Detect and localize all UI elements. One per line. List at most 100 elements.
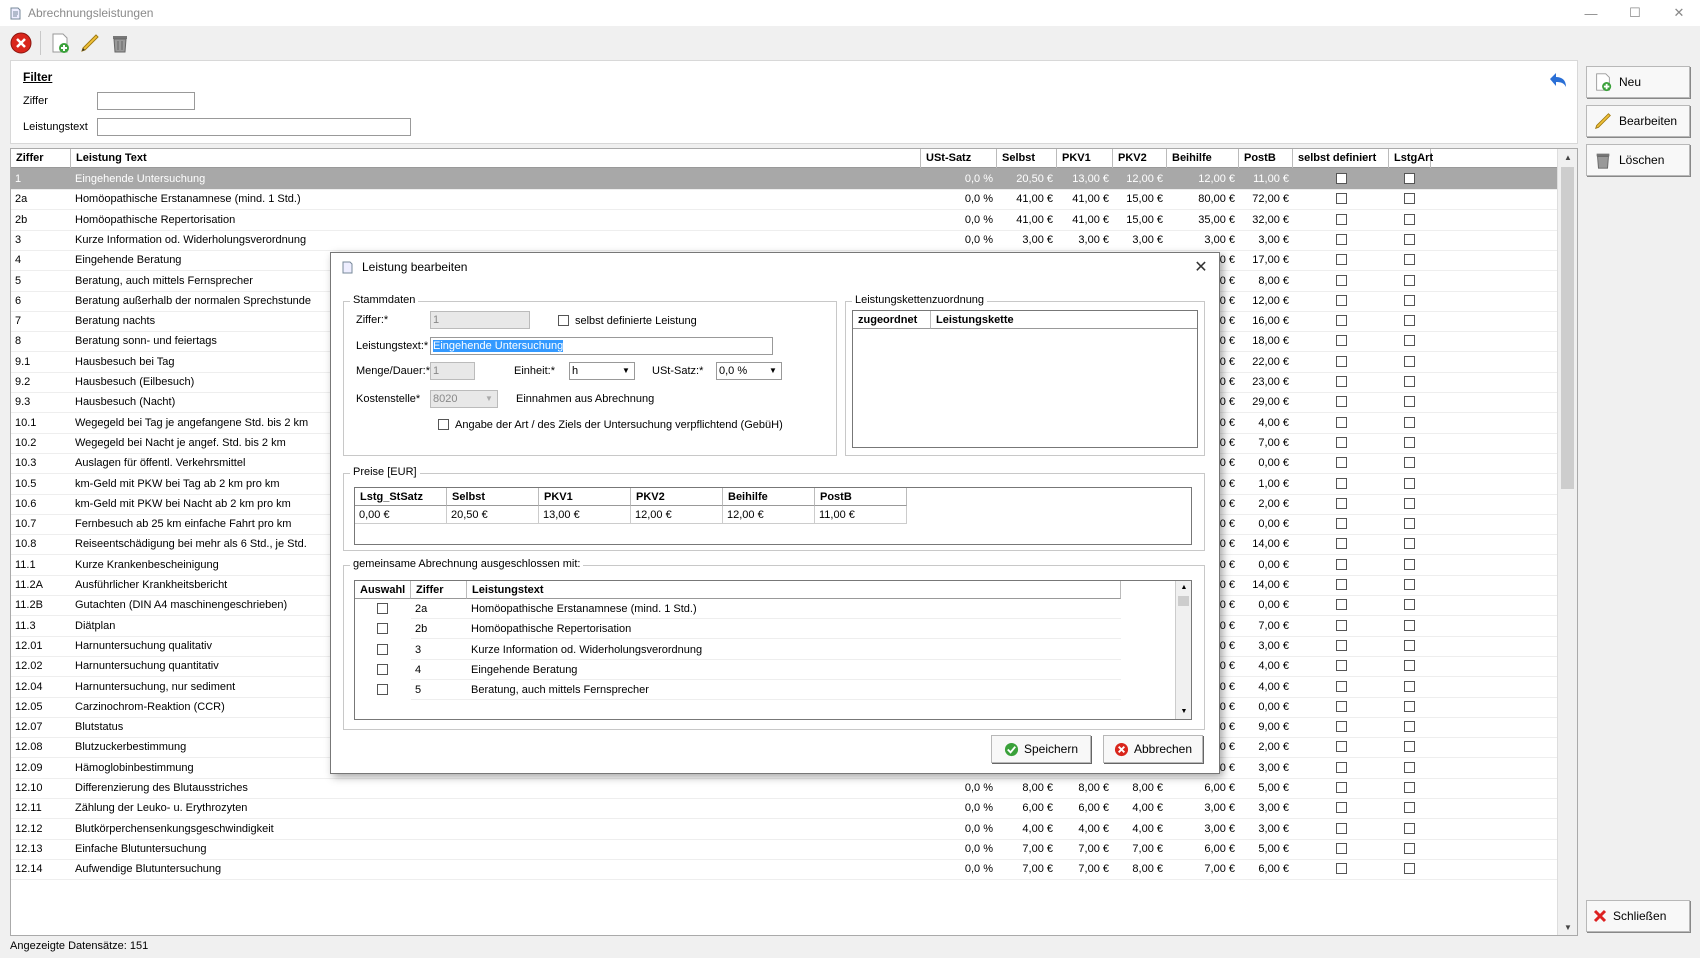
lstgart-checkbox[interactable] xyxy=(1404,822,1415,834)
lstgart-checkbox[interactable] xyxy=(1404,538,1415,550)
close-icon[interactable] xyxy=(8,30,34,56)
lstgart-checkbox[interactable] xyxy=(1404,660,1415,672)
col-header-selbst[interactable]: Selbst xyxy=(997,149,1057,168)
lstgart-checkbox[interactable] xyxy=(1404,761,1415,773)
filter-ziffer-input[interactable] xyxy=(97,92,195,110)
lstgart-checkbox[interactable] xyxy=(1404,599,1415,611)
lstgart-checkbox[interactable] xyxy=(1404,863,1415,875)
angabe-checkbox[interactable] xyxy=(438,419,449,430)
lstgart-checkbox[interactable] xyxy=(1404,335,1415,347)
new-document-icon[interactable] xyxy=(47,30,73,56)
lstgart-checkbox[interactable] xyxy=(1404,294,1415,306)
selbst-definiert-checkbox[interactable] xyxy=(1336,842,1347,854)
lstgart-checkbox[interactable] xyxy=(1404,376,1415,387)
maximize-button[interactable]: ☐ xyxy=(1612,0,1658,26)
filter-leistungstext-input[interactable] xyxy=(97,118,411,136)
selbst-definiert-checkbox[interactable] xyxy=(1336,213,1347,225)
lstgart-checkbox[interactable] xyxy=(1404,355,1415,367)
col-header-pkv2[interactable]: PKV2 xyxy=(1113,149,1167,168)
lstgart-checkbox[interactable] xyxy=(1404,558,1415,570)
leistungstext-input[interactable]: Eingehende Untersuchung xyxy=(430,337,773,355)
scroll-down-icon[interactable]: ▼ xyxy=(1558,919,1577,935)
lstgart-checkbox[interactable] xyxy=(1404,518,1415,530)
lstgart-checkbox[interactable] xyxy=(1404,680,1415,692)
selbst-definiert-checkbox[interactable] xyxy=(1336,457,1347,469)
selbst-definiert-checkbox[interactable] xyxy=(558,315,569,326)
lstgart-checkbox[interactable] xyxy=(1404,700,1415,712)
col-header-ziffer[interactable]: Ziffer xyxy=(11,149,71,168)
schliessen-button[interactable]: Schließen xyxy=(1586,900,1690,932)
menge-input[interactable]: 1 xyxy=(430,362,475,380)
edit-pencil-icon[interactable] xyxy=(77,30,103,56)
table-row[interactable]: 3 Kurze Information od. Widerholungsveror… xyxy=(11,229,1557,251)
selbst-definiert-checkbox[interactable] xyxy=(1336,274,1347,286)
vertical-scrollbar[interactable]: ▲ ▼ xyxy=(1557,149,1577,935)
col-header-beihilfe[interactable]: Beihilfe xyxy=(1167,149,1239,168)
selbst-definiert-checkbox[interactable] xyxy=(1336,579,1347,590)
dialog-close-button[interactable]: ✕ xyxy=(1191,257,1211,277)
selbst-definiert-checkbox[interactable] xyxy=(1336,558,1347,570)
preise-cell[interactable]: 20,50 € xyxy=(447,506,539,524)
lstgart-checkbox[interactable] xyxy=(1404,173,1415,184)
scroll-down-icon[interactable]: ▼ xyxy=(1176,705,1191,719)
lstgart-checkbox[interactable] xyxy=(1404,842,1415,854)
selbst-definiert-checkbox[interactable] xyxy=(1336,680,1347,692)
selbst-definiert-checkbox[interactable] xyxy=(1336,396,1347,408)
selbst-definiert-checkbox[interactable] xyxy=(1336,741,1347,753)
ausg-auswahl-checkbox[interactable] xyxy=(377,603,388,614)
close-window-button[interactable]: ✕ xyxy=(1656,0,1700,26)
scroll-up-icon[interactable]: ▲ xyxy=(1176,581,1191,595)
selbst-definiert-checkbox[interactable] xyxy=(1336,619,1347,631)
selbst-definiert-checkbox[interactable] xyxy=(1336,822,1347,834)
preise-cell[interactable]: 11,00 € xyxy=(815,506,907,524)
selbst-definiert-checkbox[interactable] xyxy=(1336,315,1347,327)
loeschen-button[interactable]: Löschen xyxy=(1586,144,1690,176)
table-row[interactable]: 12.13 Einfache Blutuntersuchung 0,0 % 7,00 … xyxy=(11,838,1557,860)
lstgart-checkbox[interactable] xyxy=(1404,436,1415,448)
selbst-definiert-checkbox[interactable] xyxy=(1336,416,1347,428)
selbst-definiert-checkbox[interactable] xyxy=(1336,294,1347,306)
lstgart-checkbox[interactable] xyxy=(1404,315,1415,327)
selbst-definiert-checkbox[interactable] xyxy=(1336,782,1347,793)
lstgart-checkbox[interactable] xyxy=(1404,639,1415,651)
ausg-auswahl-checkbox[interactable] xyxy=(377,684,388,696)
bearbeiten-button[interactable]: Bearbeiten xyxy=(1586,105,1690,137)
minimize-button[interactable]: — xyxy=(1568,0,1614,26)
ziffer-input[interactable]: 1 xyxy=(430,311,530,329)
col-header-postb[interactable]: PostB xyxy=(1239,149,1293,168)
selbst-definiert-checkbox[interactable] xyxy=(1336,335,1347,347)
lstgart-checkbox[interactable] xyxy=(1404,396,1415,408)
table-row[interactable]: 2a Homöopathische Erstanamnese (mind. 1 S… xyxy=(11,188,1557,211)
lstgart-checkbox[interactable] xyxy=(1404,193,1415,205)
abbrechen-button[interactable]: Abbrechen xyxy=(1103,735,1203,763)
col-header-leistung-text[interactable]: Leistung Text xyxy=(71,149,921,168)
lstgart-checkbox[interactable] xyxy=(1404,782,1415,793)
lstgart-checkbox[interactable] xyxy=(1404,579,1415,590)
preise-cell[interactable]: 12,00 € xyxy=(631,506,723,524)
kostenstelle-select[interactable]: 8020 ▼ xyxy=(430,390,498,408)
selbst-definiert-checkbox[interactable] xyxy=(1336,639,1347,651)
selbst-definiert-checkbox[interactable] xyxy=(1336,233,1347,245)
lstgart-checkbox[interactable] xyxy=(1404,254,1415,266)
lstgart-checkbox[interactable] xyxy=(1404,233,1415,245)
table-row[interactable]: 12.14 Aufwendige Blutuntersuchung 0,0 % 7,0… xyxy=(11,858,1557,881)
selbst-definiert-checkbox[interactable] xyxy=(1336,173,1347,184)
table-row[interactable]: 12.12 Blutkörperchensenkungsgeschwindigke… xyxy=(11,818,1557,840)
undo-arrow-icon[interactable] xyxy=(1546,69,1570,96)
ausg-scrollbar[interactable]: ▲ ▼ xyxy=(1175,581,1191,719)
lstgart-checkbox[interactable] xyxy=(1404,457,1415,469)
lstgart-checkbox[interactable] xyxy=(1404,213,1415,225)
lstgart-checkbox[interactable] xyxy=(1404,721,1415,733)
selbst-definiert-checkbox[interactable] xyxy=(1336,518,1347,530)
table-row[interactable]: 2b Homöopathische Repertorisation 0,0 % 41,… xyxy=(11,209,1557,231)
selbst-definiert-checkbox[interactable] xyxy=(1336,599,1347,611)
lstgart-checkbox[interactable] xyxy=(1404,619,1415,631)
scrollbar-thumb[interactable] xyxy=(1561,167,1574,489)
scroll-up-icon[interactable]: ▲ xyxy=(1558,149,1577,165)
selbst-definiert-checkbox[interactable] xyxy=(1336,721,1347,733)
einheit-select[interactable]: h ▼ xyxy=(569,362,635,380)
selbst-definiert-checkbox[interactable] xyxy=(1336,802,1347,814)
lstgart-checkbox[interactable] xyxy=(1404,497,1415,509)
selbst-definiert-checkbox[interactable] xyxy=(1336,254,1347,266)
preise-cell[interactable]: 13,00 € xyxy=(539,506,631,524)
